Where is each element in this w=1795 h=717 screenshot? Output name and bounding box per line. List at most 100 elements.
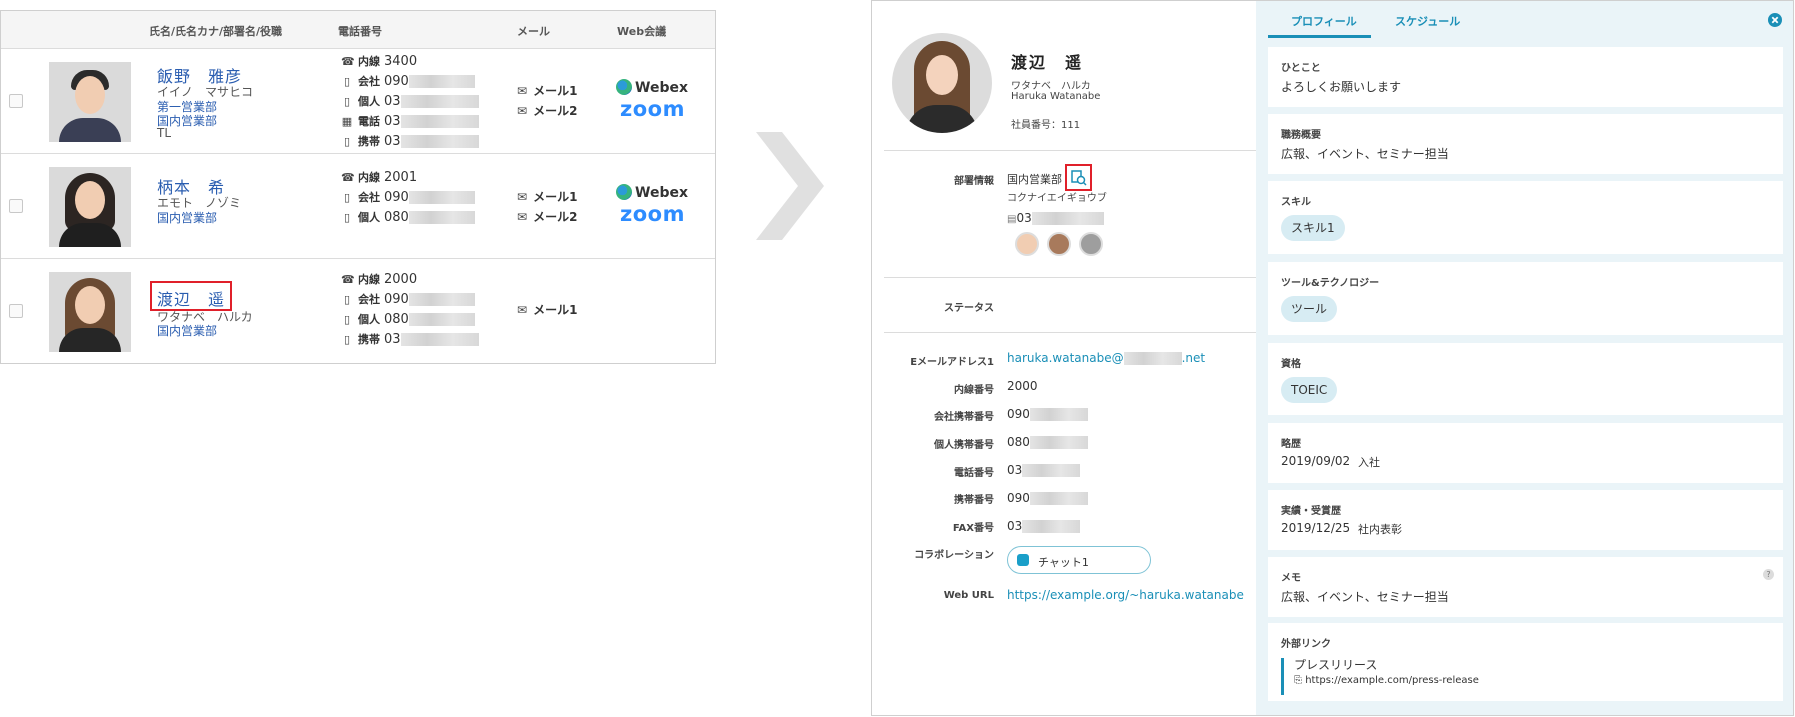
dept-link[interactable]: 国内営業部 (157, 209, 217, 226)
tool-chip: ツール (1281, 296, 1338, 322)
dept-link[interactable]: 国内営業部 (157, 322, 217, 339)
tel-value: 03 (1007, 463, 1081, 477)
profile-avatar (892, 33, 992, 133)
email-label: Eメールアドレス1 (910, 357, 994, 368)
mobile-icon: ▯ (343, 293, 351, 306)
member-avatar[interactable] (1079, 232, 1103, 256)
table-row[interactable]: 渡辺 遥 ワタナベ ハルカ 国内営業部 ☎ 内線 2000 ▯ 会社 090 ▯ 個人 08… (1, 259, 715, 364)
mobile-icon: ▯ (343, 333, 351, 346)
card-memo: メモ ? 広報、イベント、セミナー担当 (1268, 557, 1783, 617)
email-link[interactable]: haruka.watanabe@ .net (1007, 351, 1205, 365)
profile-kana: ワタナベ ハルカ (1011, 81, 1091, 92)
header-mail: メール (517, 25, 550, 38)
envelope-icon: ✉ (517, 210, 528, 224)
profile-sidebar: プロフィール スケジュール ひとこと よろしくお願いします 職務概要 広報、イベ… (1256, 1, 1793, 715)
phone-line[interactable]: ▯ 会社 090 (341, 73, 475, 89)
envelope-icon: ✉ (517, 303, 528, 317)
phone-line[interactable]: ▯ 会社 090 (341, 291, 475, 307)
zoom-link[interactable]: zoom (620, 202, 685, 226)
mobile-icon: ▯ (343, 211, 351, 224)
personal-mobile-value: 080 (1007, 435, 1088, 449)
header-phone: 電話番号 (338, 25, 382, 38)
divider (884, 150, 1256, 151)
close-icon[interactable] (1768, 13, 1782, 27)
tab-profile[interactable]: プロフィール (1291, 13, 1357, 29)
dept-kana: コクナイエイギョウブ (1007, 193, 1107, 204)
mobile-icon: ▯ (343, 95, 351, 108)
phone-line[interactable]: ▯ 会社 090 (341, 189, 475, 205)
mail-link[interactable]: ✉ メール1 (517, 188, 577, 205)
mail-link[interactable]: ✉ メール2 (517, 102, 577, 119)
card-awards: 実績・受賞歴 2019/12/25 社内表彰 (1268, 490, 1783, 550)
card-greeting: ひとこと よろしくお願いします (1268, 47, 1783, 107)
mobile-icon: ▯ (343, 313, 351, 326)
weburl-link[interactable]: https://example.org/~haruka.watanabe (1007, 588, 1244, 602)
member-avatar[interactable] (1047, 232, 1071, 256)
ext-label: 内線番号 (954, 385, 994, 396)
status-label: ステータス (944, 303, 994, 314)
phone-icon: ☎ (341, 55, 355, 68)
dept-label: 部署情報 (954, 176, 994, 187)
profile-panel: 渡辺 遥 ワタナベ ハルカ Haruka Watanabe 社員番号：111 部… (871, 0, 1794, 716)
mobile-label: 携帯番号 (954, 495, 994, 506)
tel-label: 電話番号 (954, 468, 994, 479)
phone-line[interactable]: ▯ 個人 080 (341, 209, 475, 225)
weburl-label: Web URL (943, 590, 994, 601)
profile-main: 渡辺 遥 ワタナベ ハルカ Haruka Watanabe 社員番号：111 部… (872, 1, 1256, 715)
card-external-links: 外部リンク プレスリリース ⎘ https://example.com/pres… (1268, 623, 1783, 701)
avatar (49, 167, 131, 247)
phone-line[interactable]: ▦ 電話 03 (341, 113, 479, 129)
mail-link[interactable]: ✉ メール2 (517, 208, 577, 225)
directory-table: 氏名/氏名カナ/部署名/役職 電話番号 メール Web会議 飯野 雅彦 イイノ … (0, 10, 716, 364)
mobile-icon: ▯ (343, 75, 351, 88)
dept-name: 国内営業部 (1007, 173, 1062, 186)
fax-value: 03 (1007, 519, 1081, 533)
phone-line[interactable]: ☎ 内線 2001 (341, 169, 417, 185)
row-checkbox[interactable] (9, 199, 23, 213)
card-history: 略歴 2019/09/02 入社 (1268, 423, 1783, 483)
card-duty: 職務概要 広報、イベント、セミナー担当 (1268, 114, 1783, 174)
webex-icon (616, 184, 632, 200)
webex-link[interactable]: Webex (616, 79, 688, 96)
chat-icon (1017, 554, 1029, 566)
divider (884, 277, 1256, 278)
dept-search-button[interactable] (1065, 164, 1092, 191)
mail-link[interactable]: ✉ メール1 (517, 82, 577, 99)
phone-line[interactable]: ▯ 携帯 03 (341, 331, 479, 347)
ext-value: 2000 (1007, 379, 1038, 393)
phone-line[interactable]: ☎ 内線 3400 (341, 53, 417, 69)
webex-link[interactable]: Webex (616, 184, 688, 201)
table-row[interactable]: 柄本 希 エモト ノゾミ 国内営業部 ☎ 内線 2001 ▯ 会社 090 ▯ 個人 080… (1, 154, 715, 259)
envelope-icon: ✉ (517, 104, 528, 118)
external-link-name: プレスリリース (1294, 658, 1378, 672)
external-link[interactable]: ⎘ https://example.com/press-release (1294, 675, 1479, 686)
card-tools: ツール&テクノロジー ツール (1268, 262, 1783, 335)
help-icon[interactable]: ? (1763, 569, 1774, 580)
divider (884, 332, 1256, 333)
zoom-link[interactable]: zoom (620, 97, 685, 121)
phone-line[interactable]: ▯ 携帯 03 (341, 133, 479, 149)
employee-role: TL (157, 126, 172, 140)
phone-line[interactable]: ☎ 内線 2000 (341, 271, 417, 287)
chat-button[interactable]: チャット1 (1007, 546, 1151, 574)
highlight-box (150, 281, 232, 311)
cert-chip: TOEIC (1281, 377, 1338, 403)
phone-line[interactable]: ▯ 個人 080 (341, 311, 475, 327)
webex-icon (616, 79, 632, 95)
company-mobile-label: 会社携帯番号 (934, 412, 994, 423)
table-row[interactable]: 飯野 雅彦 イイノ マサヒコ 第一営業部 国内営業部 TL ☎ 内線 3400 ▯ 会… (1, 49, 715, 154)
row-checkbox[interactable] (9, 304, 23, 318)
phone-icon: ☎ (341, 171, 355, 184)
phone-line[interactable]: ▯ 個人 03 (341, 93, 479, 109)
row-checkbox[interactable] (9, 94, 23, 108)
header-name: 氏名/氏名カナ/部署名/役職 (149, 25, 283, 38)
member-avatar[interactable] (1015, 232, 1039, 256)
fax-icon: ▦ (341, 115, 353, 128)
link-accent-bar (1281, 658, 1284, 695)
dept-search-icon (1071, 170, 1087, 186)
dept-phone[interactable]: ▤03 (1007, 211, 1104, 225)
mobile-icon: ▯ (343, 135, 351, 148)
phone-icon: ☎ (341, 273, 355, 286)
mail-link[interactable]: ✉ メール1 (517, 301, 577, 318)
tab-schedule[interactable]: スケジュール (1395, 13, 1460, 29)
